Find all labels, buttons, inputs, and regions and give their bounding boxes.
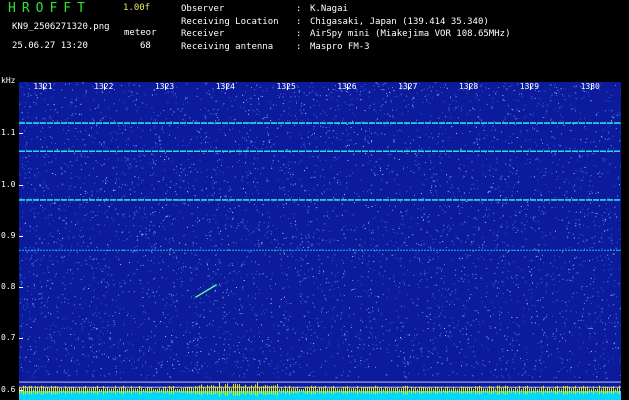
meteor-count: 68 bbox=[140, 41, 151, 51]
y-tick-mark bbox=[19, 338, 23, 340]
meteor-label: meteor bbox=[124, 28, 157, 38]
observation-info: Observer : K.Nagai Receiving Location : … bbox=[181, 3, 510, 53]
spectrogram bbox=[19, 82, 621, 400]
info-row-observer: Observer : K.Nagai bbox=[181, 3, 510, 16]
info-value: Maspro FM-3 bbox=[310, 41, 370, 52]
x-tick-mark bbox=[408, 84, 410, 90]
info-separator: : bbox=[296, 4, 302, 14]
info-value: K.Nagai bbox=[310, 4, 348, 14]
x-tick-mark bbox=[347, 84, 349, 90]
filename-label: KN9_2506271320.png bbox=[12, 22, 110, 32]
version-label: 1.00f bbox=[123, 3, 151, 13]
info-key: Receiving Location bbox=[181, 16, 279, 27]
y-tick-mark bbox=[19, 133, 23, 135]
bottom-strip bbox=[19, 382, 621, 400]
y-tick-label: 0.8 bbox=[1, 282, 16, 292]
y-axis-unit: kHz bbox=[1, 76, 16, 85]
x-tick-mark bbox=[43, 84, 45, 90]
x-tick-mark bbox=[286, 84, 288, 90]
y-tick-mark bbox=[19, 287, 23, 289]
info-separator: : bbox=[296, 41, 302, 52]
x-tick-mark bbox=[225, 84, 227, 90]
info-value: AirSpy mini (Miakejima VOR 108.65MHz) bbox=[310, 29, 511, 39]
info-separator: : bbox=[296, 16, 302, 27]
meteor-echo bbox=[194, 283, 217, 299]
x-tick-mark bbox=[590, 84, 592, 90]
info-separator: : bbox=[296, 29, 302, 39]
info-row-receiver: Receiver : AirSpy mini (Miakejima VOR 10… bbox=[181, 28, 510, 41]
y-tick-label: 0.6 bbox=[1, 384, 16, 394]
y-tick-label: 1.0 bbox=[1, 179, 16, 189]
y-tick-mark bbox=[19, 235, 23, 237]
y-tick-mark bbox=[19, 184, 23, 186]
info-key: Receiving antenna bbox=[181, 41, 274, 52]
info-row-antenna: Receiving antenna : Maspro FM-3 bbox=[181, 41, 510, 54]
y-tick-mark bbox=[19, 389, 23, 391]
info-value: Chigasaki, Japan (139.414 35.340) bbox=[310, 16, 489, 27]
info-key: Observer bbox=[181, 4, 225, 14]
signal-lines bbox=[19, 122, 621, 388]
x-tick-mark bbox=[104, 84, 106, 90]
datetime-label: 25.06.27 13:20 bbox=[12, 41, 88, 51]
info-row-location: Receiving Location : Chigasaki, Japan (1… bbox=[181, 16, 510, 29]
app-title: HROFFT bbox=[8, 1, 91, 16]
x-tick-mark bbox=[468, 84, 470, 90]
y-tick-label: 0.7 bbox=[1, 333, 16, 343]
y-tick-label: 0.9 bbox=[1, 230, 16, 240]
spectrogram-svg bbox=[19, 82, 621, 400]
hrofft-screen: HROFFT 1.00f KN9_2506271320.png 25.06.27… bbox=[0, 0, 629, 400]
x-tick-mark bbox=[164, 84, 166, 90]
noise-layer bbox=[19, 82, 621, 379]
info-key: Receiver bbox=[181, 29, 225, 39]
y-tick-label: 1.1 bbox=[1, 128, 16, 138]
x-tick-mark bbox=[529, 84, 531, 90]
